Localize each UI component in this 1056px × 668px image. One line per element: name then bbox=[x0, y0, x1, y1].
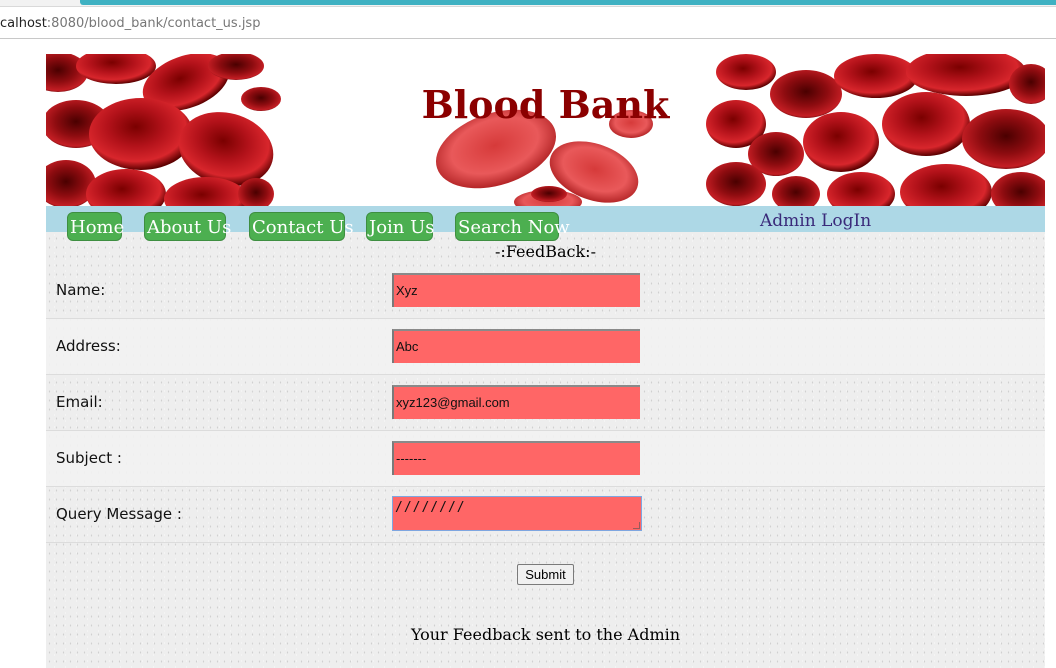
email-label: Email: bbox=[56, 393, 103, 411]
nav-about-us-button[interactable]: About Us bbox=[144, 212, 231, 241]
blood-cells-image bbox=[46, 54, 1045, 206]
form-row-address: Address: Abc bbox=[46, 319, 1045, 375]
address-input[interactable]: Abc bbox=[392, 329, 640, 363]
left-cell-cluster bbox=[46, 54, 281, 206]
resize-grip-icon[interactable] bbox=[633, 522, 640, 529]
address-label: Address: bbox=[56, 337, 121, 355]
address-url[interactable]: calhost:8080/blood_bank/contact_us.jsp bbox=[0, 16, 260, 31]
submit-button[interactable]: Submit bbox=[517, 564, 574, 585]
email-input[interactable]: xyz123@gmail.com bbox=[392, 385, 640, 419]
form-row-query: Query Message : //////// bbox=[46, 487, 1045, 543]
nav-bar: Home About Us Contact Us Join Us Search … bbox=[46, 206, 1045, 241]
form-row-email: Email: xyz123@gmail.com bbox=[46, 375, 1045, 431]
query-message-textarea[interactable]: //////// bbox=[392, 496, 642, 531]
header-banner: Blood Bank bbox=[46, 54, 1045, 206]
feedback-heading: -:FeedBack:- bbox=[495, 242, 596, 261]
page-container: Blood Bank Home About Us Contact Us Join… bbox=[46, 54, 1045, 668]
nav-join-us-button[interactable]: Join Us bbox=[366, 212, 435, 241]
url-host: calhost bbox=[0, 16, 47, 31]
browser-tab-strip bbox=[0, 0, 1056, 7]
form-row-subject: Subject : ------- bbox=[46, 431, 1045, 487]
feedback-status-message: Your Feedback sent to the Admin bbox=[410, 625, 681, 644]
subject-input[interactable]: ------- bbox=[392, 441, 640, 475]
admin-login-link[interactable]: Admin LogIn bbox=[760, 211, 871, 231]
active-tab-edge bbox=[80, 0, 1056, 5]
site-title: Blood Bank bbox=[421, 82, 670, 127]
name-label: Name: bbox=[56, 281, 106, 299]
name-input[interactable]: Xyz bbox=[392, 273, 640, 307]
query-message-value: //////// bbox=[395, 500, 466, 515]
nav-search-now-button[interactable]: Search Now bbox=[455, 212, 570, 241]
query-message-label: Query Message : bbox=[56, 505, 182, 523]
url-path: :8080/blood_bank/contact_us.jsp bbox=[46, 16, 261, 31]
form-row-name: Name: Xyz bbox=[46, 263, 1045, 319]
right-cell-cluster bbox=[706, 54, 1045, 206]
subject-label: Subject : bbox=[56, 449, 122, 467]
nav-home-button[interactable]: Home bbox=[67, 212, 124, 241]
nav-contact-us-button[interactable]: Contact Us bbox=[249, 212, 354, 241]
address-bar[interactable]: calhost:8080/blood_bank/contact_us.jsp bbox=[0, 7, 1056, 39]
